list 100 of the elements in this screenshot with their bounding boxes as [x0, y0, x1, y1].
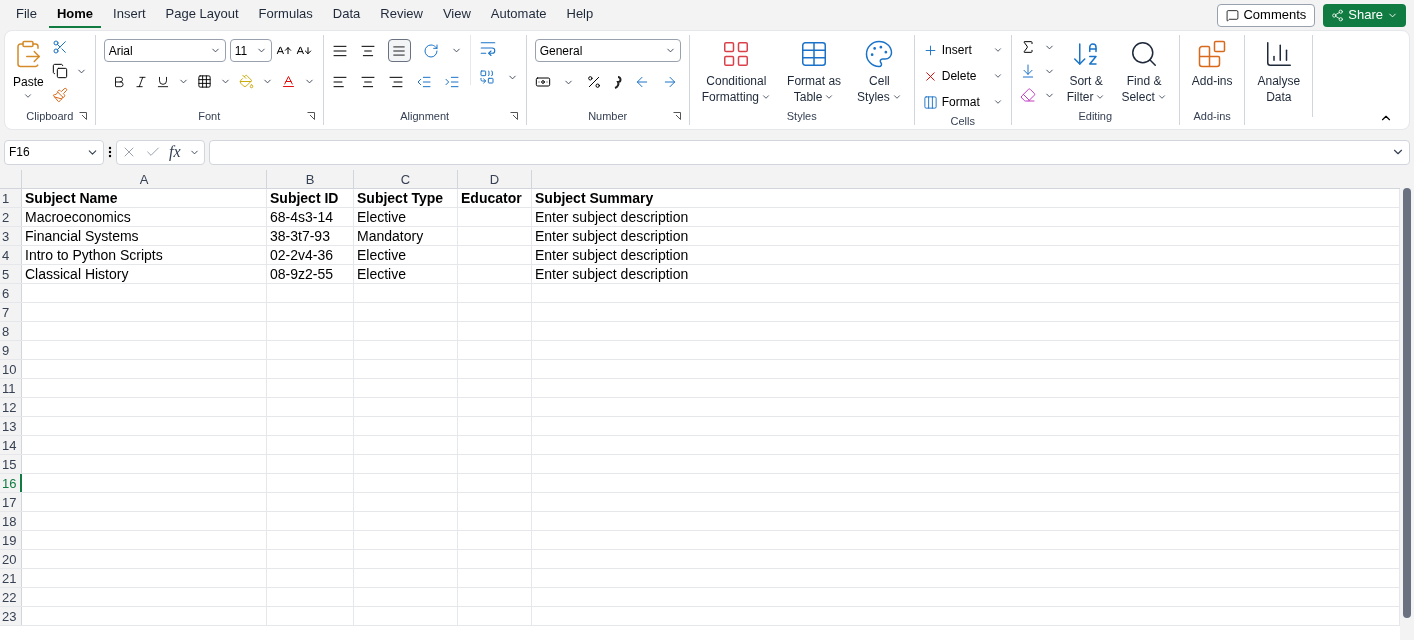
column-header[interactable]: D [458, 170, 532, 188]
orientation-icon[interactable] [422, 42, 439, 59]
decrease-indent-icon[interactable] [415, 74, 432, 90]
row-header[interactable]: 8 [0, 322, 22, 340]
insert-function-button[interactable]: fx [169, 140, 181, 164]
row-header[interactable]: 2 [0, 208, 22, 226]
speech-bubble-icon[interactable] [1226, 8, 1240, 22]
paintbrush-icon[interactable] [51, 87, 68, 103]
row-header[interactable]: 13 [0, 417, 22, 435]
row-header[interactable]: 21 [0, 569, 22, 587]
dialog-launcher-icon[interactable] [509, 112, 518, 120]
vertical-scrollbar[interactable] [1400, 170, 1414, 640]
scissors-icon[interactable] [51, 39, 68, 55]
menu-tab[interactable]: Review [372, 2, 431, 28]
row-header[interactable]: 11 [0, 379, 22, 397]
underline-icon[interactable] [155, 74, 170, 89]
row-header[interactable]: 5 [0, 265, 22, 283]
menu-tab[interactable]: Page Layout [157, 2, 247, 28]
wrap-text-icon[interactable] [478, 39, 497, 57]
copy-icon[interactable] [51, 63, 68, 79]
row-header[interactable]: 7 [0, 303, 22, 321]
align-left-icon[interactable] [331, 74, 348, 90]
group-label: Font [198, 108, 221, 124]
blocks-icon[interactable] [1197, 39, 1228, 69]
percent-icon[interactable] [585, 74, 602, 90]
row-header[interactable]: 20 [0, 550, 22, 568]
font-name-dropdown[interactable]: Arial [103, 39, 226, 62]
row-header[interactable]: 23 [0, 607, 22, 625]
dialog-launcher-icon[interactable] [306, 112, 315, 120]
comma-icon[interactable] [613, 75, 622, 89]
row-header[interactable]: 18 [0, 512, 22, 530]
row-header[interactable]: 1 [0, 189, 22, 207]
editing-button[interactable]: Find & Select [1117, 35, 1171, 105]
cells-button[interactable]: Insert [922, 39, 1003, 61]
styles-button[interactable]: Conditional Formatting [697, 35, 776, 105]
merge-icon[interactable] [478, 69, 495, 85]
more-icon[interactable] [108, 146, 112, 158]
share-button[interactable]: Share [1323, 3, 1406, 27]
column-header[interactable]: B [267, 170, 354, 188]
name-box[interactable]: F16 [4, 139, 104, 165]
italic-icon[interactable] [133, 74, 148, 89]
cell-text: Elective [357, 266, 407, 282]
group-label: Cells [950, 114, 975, 129]
share-icon[interactable] [1331, 8, 1345, 22]
align-center-icon[interactable] [359, 74, 376, 90]
row-header[interactable]: 6 [0, 284, 22, 302]
cell-text: Subject ID [270, 190, 339, 206]
increase-indent-icon[interactable] [443, 74, 460, 90]
row-header[interactable]: 9 [0, 341, 22, 359]
cells-button[interactable]: Format [922, 91, 1003, 113]
column-header[interactable]: C [354, 170, 458, 188]
cell-text: Enter subject description [535, 228, 689, 244]
row-header[interactable]: 16 [0, 474, 22, 492]
styles-button[interactable]: Cell Styles [853, 35, 906, 105]
plus-icon[interactable] [922, 42, 938, 58]
cell-text: Elective [357, 209, 407, 225]
row-header[interactable]: 12 [0, 398, 22, 416]
menu-tab[interactable]: File [8, 2, 45, 28]
menu-tab[interactable]: Formulas [250, 2, 321, 28]
column-header[interactable]: A [22, 170, 267, 188]
analyse-data-button[interactable]: Analyse Data [1253, 35, 1305, 117]
menu-tab[interactable]: Home [48, 2, 102, 28]
borders-icon[interactable] [196, 74, 212, 89]
paste-button[interactable]: Paste [13, 35, 44, 101]
formula-input[interactable] [208, 139, 1410, 165]
eraser-icon[interactable] [1019, 87, 1036, 103]
align-right-icon[interactable] [387, 74, 404, 90]
banknote-icon[interactable] [534, 74, 551, 90]
dialog-launcher-icon[interactable] [78, 112, 87, 120]
menu-tab[interactable]: View [434, 2, 479, 28]
styles-button[interactable]: Format as Table [783, 35, 846, 105]
font-size-dropdown[interactable]: 11 [229, 39, 272, 62]
group-label: Number [588, 108, 628, 124]
add-ins-button[interactable]: Add-ins [1187, 35, 1237, 89]
row-header[interactable]: 17 [0, 493, 22, 511]
row-header[interactable]: 4 [0, 246, 22, 264]
palette-icon[interactable] [864, 39, 895, 69]
menu-tab[interactable]: Automate [482, 2, 555, 28]
dialog-launcher-icon[interactable] [672, 112, 681, 120]
comments-button[interactable]: Comments [1217, 3, 1316, 27]
cells-button[interactable]: Delete [922, 65, 1003, 87]
fill-color-icon[interactable] [238, 74, 254, 89]
menu-tab[interactable]: Data [324, 2, 369, 28]
row-header[interactable]: 3 [0, 227, 22, 245]
number-format-dropdown[interactable]: General [534, 39, 681, 62]
row-header[interactable]: 14 [0, 436, 22, 454]
menu-tab[interactable]: Help [558, 2, 602, 28]
font-color-icon[interactable] [280, 74, 296, 89]
group-label: Editing [1078, 108, 1113, 124]
menu-tab[interactable]: Insert [105, 2, 154, 28]
row-header[interactable]: 15 [0, 455, 22, 473]
align-bottom-button[interactable] [387, 39, 411, 62]
cell-text: Enter subject description [535, 209, 689, 225]
row-header[interactable]: 10 [0, 360, 22, 378]
row-header[interactable]: 19 [0, 531, 22, 549]
cell-text: 68-4s3-14 [270, 209, 334, 225]
align-bottom-icon[interactable] [392, 43, 407, 58]
columns-icon[interactable] [922, 94, 938, 110]
editing-button[interactable]: Sort & Filter [1062, 35, 1110, 105]
row-header[interactable]: 22 [0, 588, 22, 606]
